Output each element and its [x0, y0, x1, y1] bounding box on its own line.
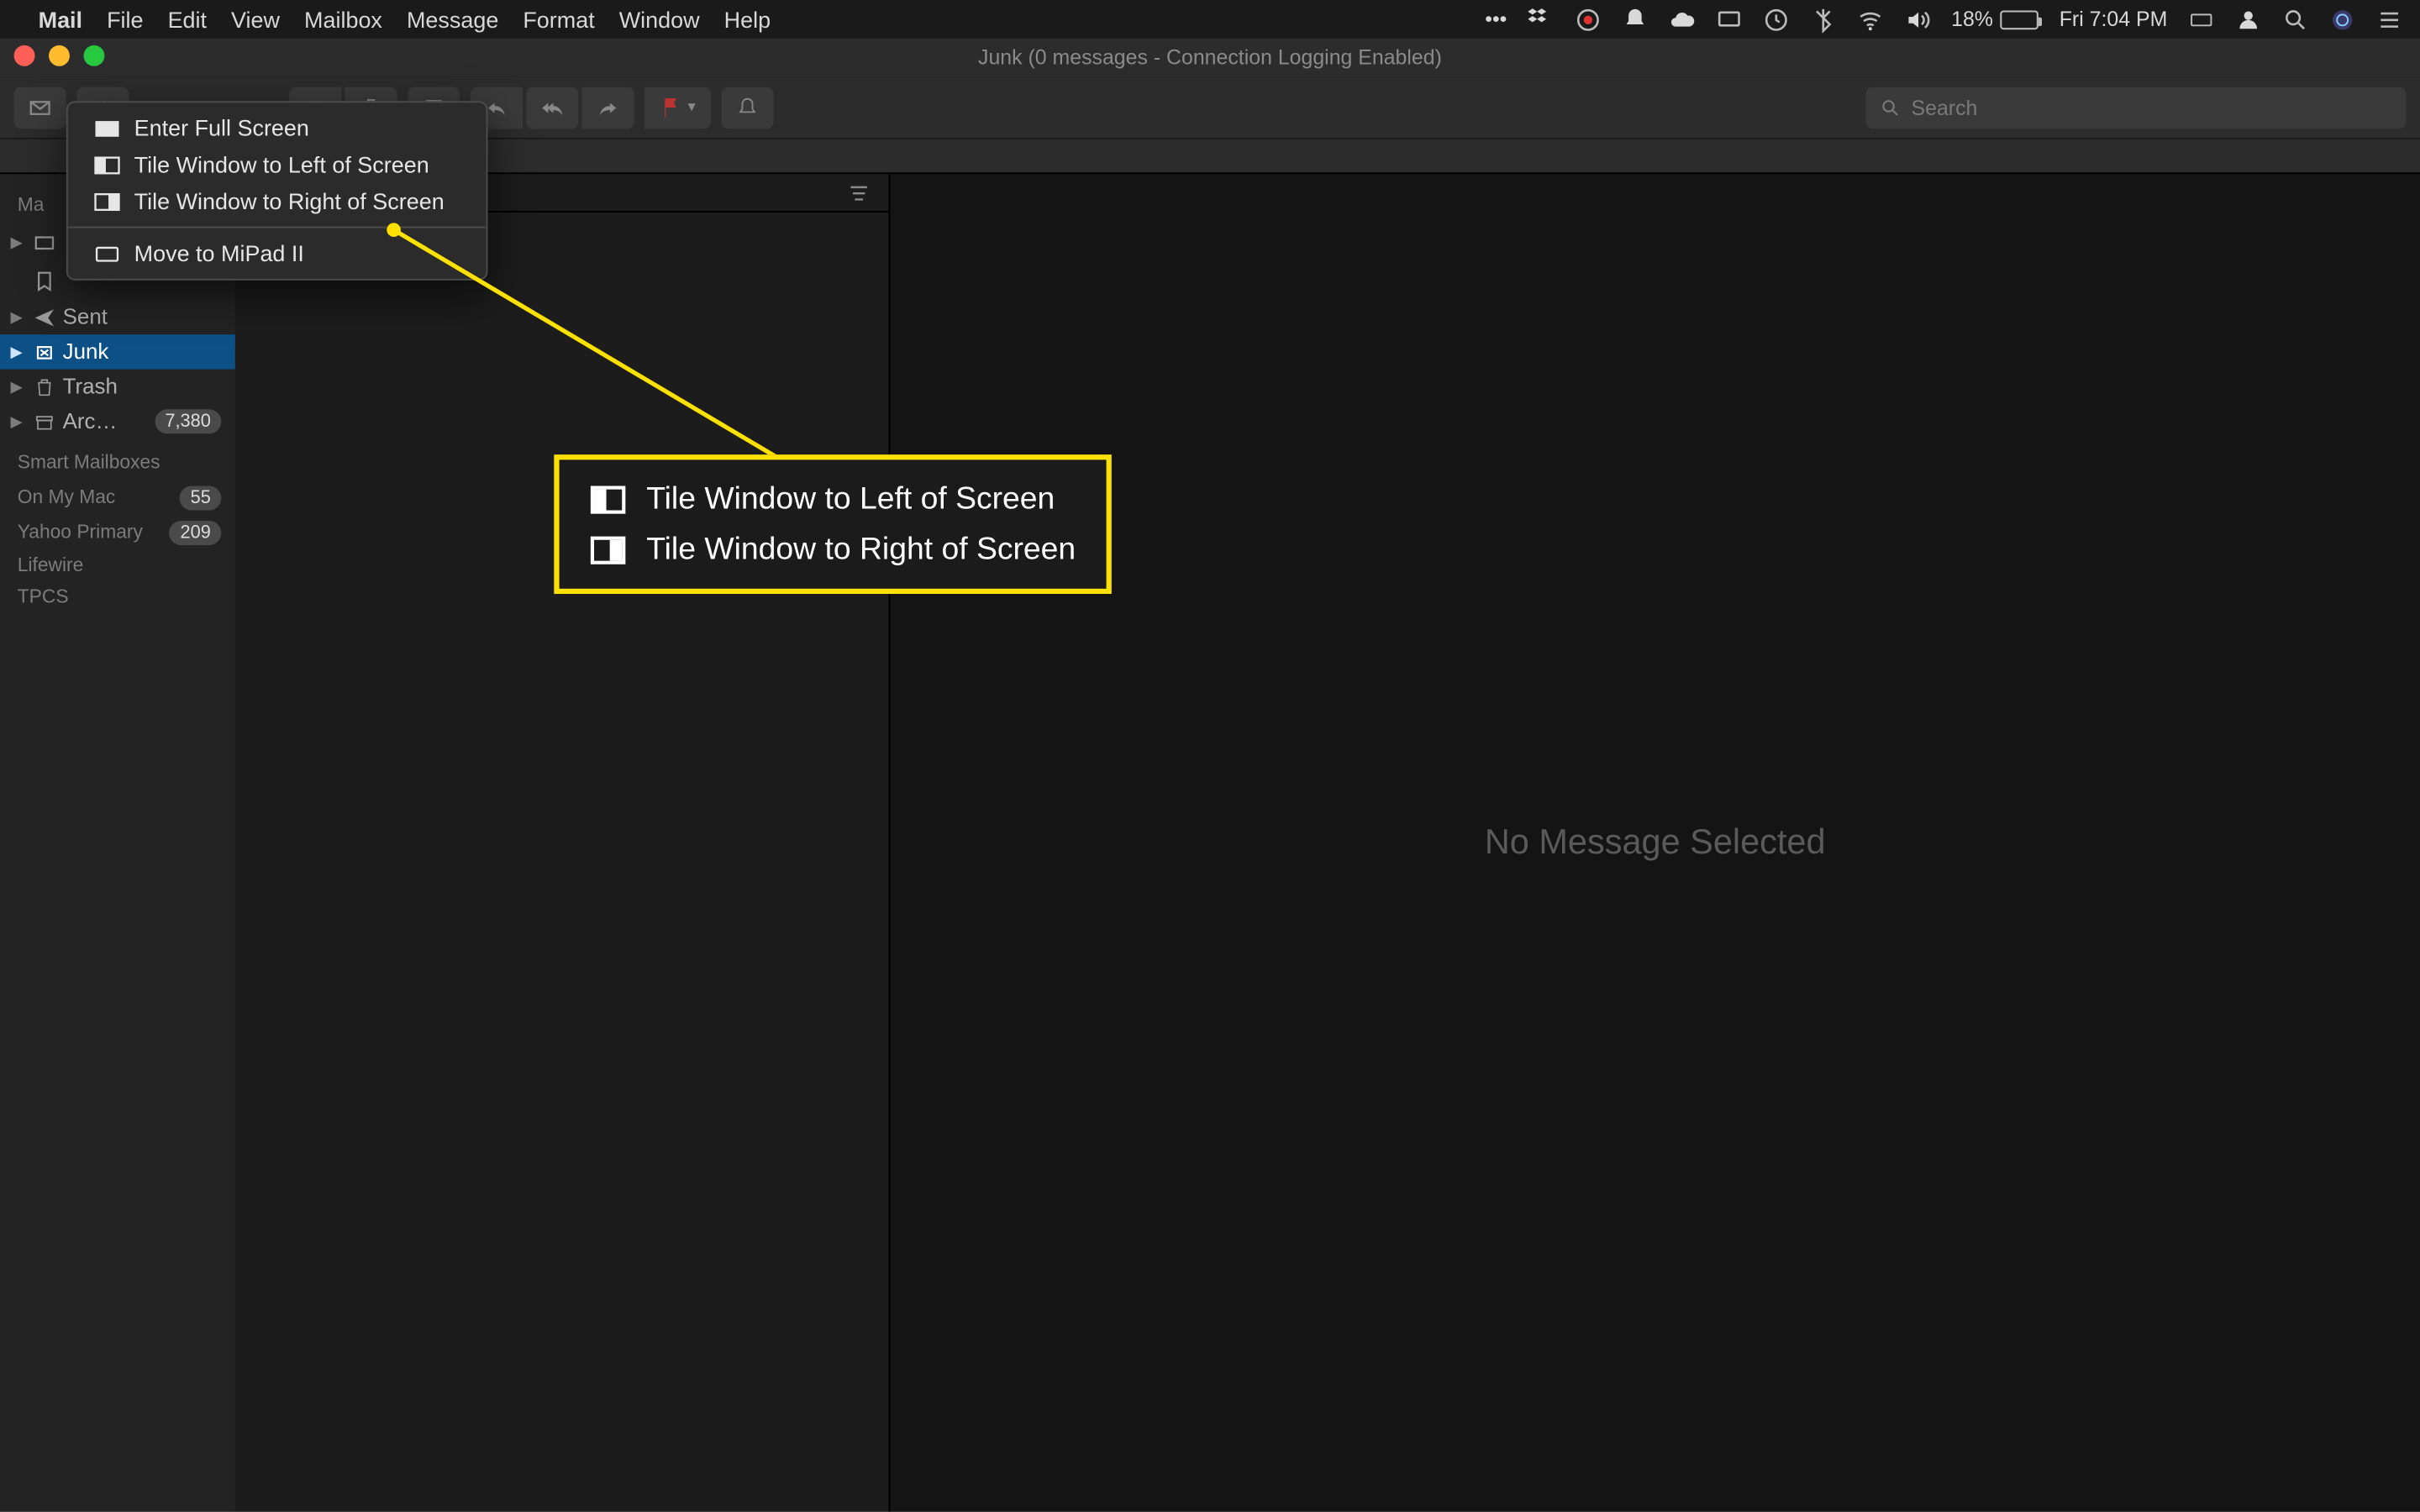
sidebar-section-tpcs[interactable]: TPCS [0, 582, 235, 613]
sidebar-section-lifewire[interactable]: Lifewire [0, 550, 235, 581]
menu-item-label: Tile Window to Left of Screen [134, 151, 429, 177]
battery-icon [2000, 9, 2039, 29]
sidebar-item-label: TPCS [18, 587, 69, 608]
menu-item-label: Tile Window to Right of Screen [134, 188, 445, 214]
spotlight-icon[interactable] [2282, 6, 2308, 32]
device-icon [92, 243, 120, 264]
window-tile-menu: Enter Full Screen Tile Window to Left of… [66, 101, 488, 281]
menuextra-dots-icon[interactable]: ••• [1485, 7, 1507, 31]
mute-button[interactable] [721, 87, 773, 129]
battery-status[interactable]: 18% [1951, 7, 2039, 31]
flag-button[interactable]: ▾ [644, 87, 711, 129]
callout-label: Tile Window to Left of Screen [646, 480, 1055, 517]
app-name[interactable]: Mail [39, 6, 82, 32]
search-field[interactable]: Search [1866, 87, 2407, 129]
annotation-dot [387, 223, 401, 237]
menubar: Mail File Edit View Mailbox Message Form… [0, 0, 2420, 39]
badge: 55 [180, 486, 221, 510]
battery-percent: 18% [1951, 7, 1993, 31]
menu-edit[interactable]: Edit [168, 6, 207, 32]
menu-item-label: Move to MiPad II [134, 240, 304, 266]
sidebar-item-label: On My Mac [18, 488, 116, 509]
callout-row-right: Tile Window to Right of Screen [591, 524, 1076, 575]
keyboard-icon[interactable] [2188, 6, 2214, 32]
menu-enter-fullscreen[interactable]: Enter Full Screen [68, 110, 487, 147]
record-icon[interactable] [1575, 6, 1601, 32]
menu-mailbox[interactable]: Mailbox [304, 6, 382, 32]
message-list-pane [235, 174, 891, 1511]
sidebar-section-smart: Smart Mailboxes [0, 438, 235, 480]
menu-tile-right[interactable]: Tile Window to Right of Screen [68, 183, 487, 220]
sidebar-item-label: Junk [63, 339, 109, 364]
cloud-icon[interactable] [1669, 6, 1695, 32]
get-mail-button[interactable] [14, 87, 66, 129]
wifi-icon[interactable] [1857, 6, 1883, 32]
sidebar-item-label: Yahoo Primary [18, 522, 143, 543]
sidebar-item-sent[interactable]: ▶Sent [0, 300, 235, 334]
badge: 209 [170, 521, 221, 545]
close-button[interactable] [14, 45, 35, 66]
callout-label: Tile Window to Right of Screen [646, 531, 1076, 568]
screen-mirror-icon[interactable] [1716, 6, 1742, 32]
menu-file[interactable]: File [107, 6, 143, 32]
sidebar-item-label: Arc… [63, 409, 118, 433]
annotation-callout: Tile Window to Left of Screen Tile Windo… [554, 454, 1112, 594]
sidebar-section-yahoo[interactable]: Yahoo Primary 209 [0, 516, 235, 550]
volume-icon[interactable] [1904, 6, 1930, 32]
timemachine-icon[interactable] [1763, 6, 1789, 32]
sidebar-item-label: Sent [63, 305, 108, 329]
search-placeholder: Search [1912, 95, 1978, 119]
menu-separator [68, 227, 487, 228]
tile-left-icon [591, 485, 625, 512]
forward-button[interactable] [582, 87, 634, 129]
notification-bell-icon[interactable] [1622, 6, 1648, 32]
menu-help[interactable]: Help [724, 6, 771, 32]
clock[interactable]: Fri 7:04 PM [2060, 7, 2168, 31]
sidebar-item-trash[interactable]: ▶Trash [0, 370, 235, 404]
user-icon[interactable] [2235, 6, 2261, 32]
siri-icon[interactable] [2329, 6, 2355, 32]
bluetooth-icon[interactable] [1810, 6, 1836, 32]
menu-move-to-device[interactable]: Move to MiPad II [68, 235, 487, 272]
sidebar-item-label: Trash [63, 375, 118, 399]
window-titlebar: Junk (0 messages - Connection Logging En… [0, 39, 2420, 77]
sidebar-item-label: Lifewire [18, 555, 84, 576]
menu-format[interactable]: Format [523, 6, 594, 32]
menu-message[interactable]: Message [407, 6, 498, 32]
search-icon [1880, 97, 1901, 118]
message-preview-pane: No Message Selected [891, 174, 2420, 1511]
sidebar-section-onmymac[interactable]: On My Mac 55 [0, 480, 235, 515]
fullscreen-rect-icon [92, 118, 120, 139]
fullscreen-button[interactable] [84, 45, 105, 66]
window-title: Junk (0 messages - Connection Logging En… [978, 45, 1442, 70]
tile-right-icon [92, 191, 120, 212]
no-message-label: No Message Selected [1485, 823, 1826, 864]
badge: 7,380 [155, 409, 221, 433]
sidebar-item-archive[interactable]: ▶Arc…7,380 [0, 404, 235, 438]
callout-row-left: Tile Window to Left of Screen [591, 474, 1076, 524]
control-center-icon[interactable] [2376, 6, 2402, 32]
sidebar-item-junk[interactable]: ▶Junk [0, 334, 235, 369]
mailbox-sidebar: Ma ▶ ▶Sent ▶Junk ▶Trash ▶Arc…7,380 Smart… [0, 174, 235, 1511]
menu-tile-left[interactable]: Tile Window to Left of Screen [68, 146, 487, 183]
menu-item-label: Enter Full Screen [134, 115, 309, 141]
dropbox-icon[interactable] [1528, 6, 1554, 32]
menu-window[interactable]: Window [619, 6, 700, 32]
sort-icon [847, 181, 871, 205]
reply-all-button[interactable] [526, 87, 578, 129]
tile-left-icon [92, 154, 120, 175]
tile-right-icon [591, 536, 625, 564]
menu-view[interactable]: View [231, 6, 280, 32]
minimize-button[interactable] [49, 45, 70, 66]
